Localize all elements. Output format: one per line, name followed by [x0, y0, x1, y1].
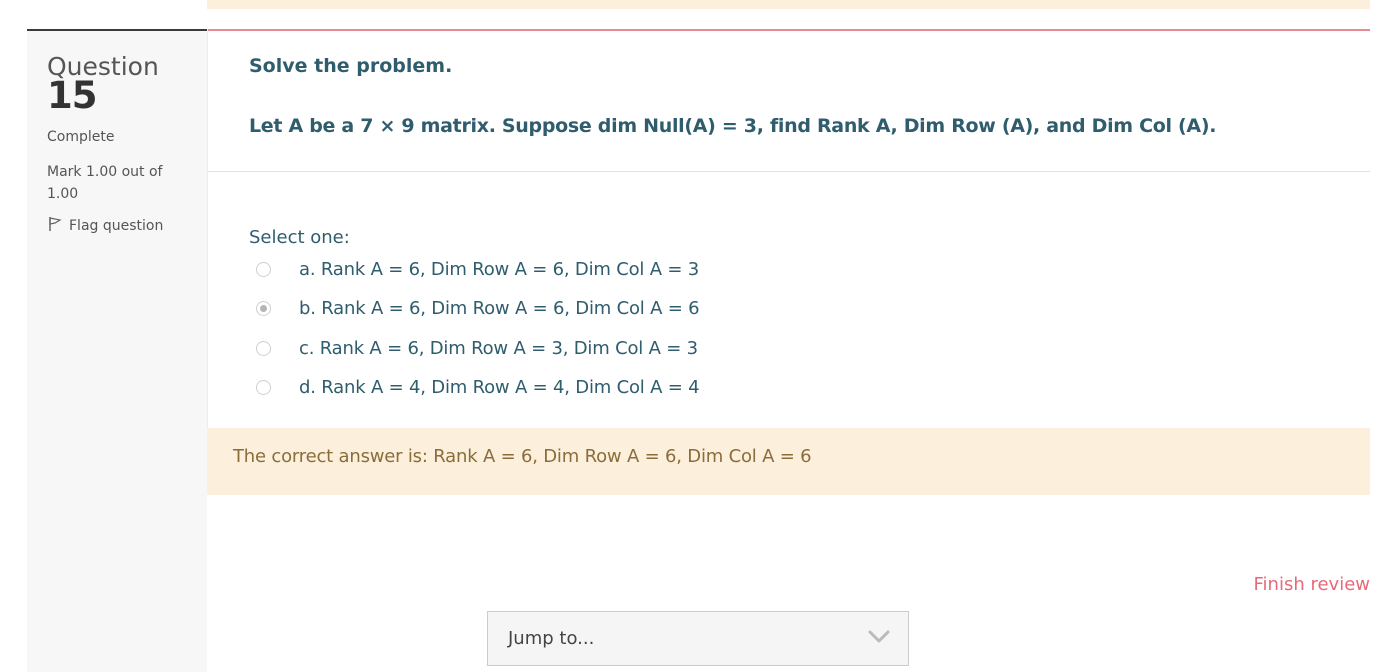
answer-radio-c[interactable]	[256, 340, 271, 356]
jump-to-select[interactable]: Jump to...	[487, 611, 909, 666]
correct-answer-text: The correct answer is: Rank A = 6, Dim R…	[233, 446, 812, 467]
previous-feedback-strip	[207, 0, 1370, 9]
answer-radio-b[interactable]	[256, 300, 271, 316]
question-instruction: Solve the problem.	[249, 55, 453, 77]
answer-option-b[interactable]: b. Rank A = 6, Dim Row A = 6, Dim Col A …	[249, 296, 700, 320]
answer-radio-a[interactable]	[256, 261, 271, 277]
flag-icon	[47, 216, 63, 236]
answer-option-label: d. Rank A = 4, Dim Row A = 4, Dim Col A …	[299, 376, 700, 398]
jump-to-label: Jump to...	[508, 628, 595, 649]
question-divider	[208, 171, 1370, 172]
question-state: Complete	[47, 129, 115, 145]
answer-option-label: c. Rank A = 6, Dim Row A = 3, Dim Col A …	[299, 337, 698, 359]
flag-question-button[interactable]: Flag question	[47, 216, 163, 236]
answer-option-d[interactable]: d. Rank A = 4, Dim Row A = 4, Dim Col A …	[249, 375, 700, 399]
question-mark: Mark 1.00 out of 1.00	[47, 164, 163, 202]
question-info-panel: Question 15 Complete Mark 1.00 out of 1.…	[27, 29, 207, 672]
answer-option-label: a. Rank A = 6, Dim Row A = 6, Dim Col A …	[299, 258, 700, 280]
question-text: Let A be a 7 × 9 matrix. Suppose dim Nul…	[249, 115, 1217, 137]
chevron-down-icon	[868, 628, 890, 649]
question-number: 15	[47, 74, 97, 117]
finish-review-link[interactable]: Finish review	[1254, 574, 1371, 595]
flag-question-label: Flag question	[69, 218, 164, 234]
answer-option-a[interactable]: a. Rank A = 6, Dim Row A = 6, Dim Col A …	[249, 257, 699, 281]
question-top-border	[208, 29, 1370, 31]
answer-option-label: b. Rank A = 6, Dim Row A = 6, Dim Col A …	[299, 297, 700, 319]
answer-radio-d[interactable]	[256, 379, 271, 395]
question-content: Solve the problem. Let A be a 7 × 9 matr…	[207, 29, 1370, 495]
answer-option-c[interactable]: c. Rank A = 6, Dim Row A = 3, Dim Col A …	[249, 336, 698, 360]
correct-answer-feedback: The correct answer is: Rank A = 6, Dim R…	[207, 428, 1370, 495]
select-one-label: Select one:	[249, 227, 350, 248]
